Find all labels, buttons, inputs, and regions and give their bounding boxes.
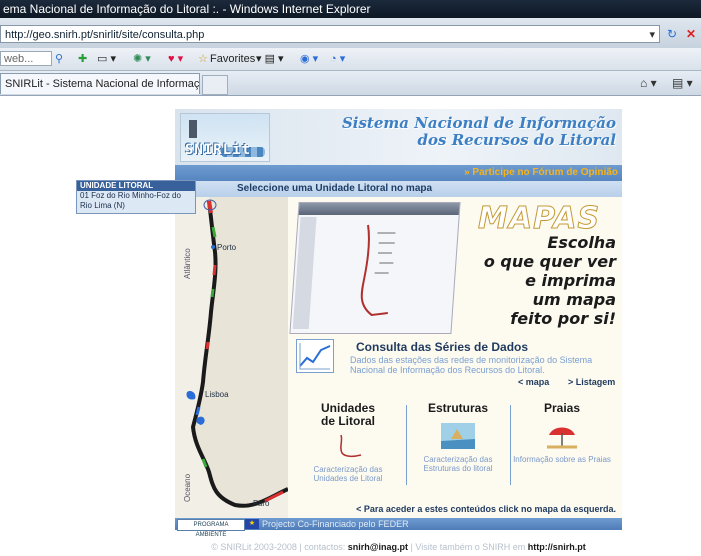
tab-row: SNIRLit - Sistema Nacional de Informação… xyxy=(0,71,701,96)
series-link-listagem[interactable]: > Listagem xyxy=(568,377,615,387)
feed-icon[interactable]: ▤ ▾ xyxy=(672,73,693,93)
screenshot-map-icon xyxy=(360,224,396,317)
mapas-screenshot-image[interactable] xyxy=(289,202,461,334)
address-row: http://geo.snirh.pt/snirlit/site/consult… xyxy=(0,18,701,48)
contact-email-link[interactable]: snirh@inag.pt xyxy=(348,542,408,552)
window-title-bar: ema Nacional de Informação do Litoral :.… xyxy=(0,0,701,18)
map-label-faro: Faro xyxy=(253,499,270,508)
addons-icon[interactable]: ✺ ▾ xyxy=(133,48,151,70)
address-bar[interactable]: http://geo.snirh.pt/snirlit/site/consult… xyxy=(0,25,660,43)
screenshot-titlebar xyxy=(298,203,460,215)
estruturas-description[interactable]: Caracterização das Estruturas do litoral xyxy=(408,455,508,473)
estruturas-column[interactable]: Estruturas Caracterização das Estruturas… xyxy=(408,402,508,497)
site-title-line1: Sistema Nacional de Informação xyxy=(341,114,616,132)
praias-column[interactable]: Praias Informação sobre as Praias xyxy=(512,402,612,497)
series-title[interactable]: Consulta das Séries de Dados xyxy=(356,340,528,354)
site-title: Sistema Nacional de Informação dos Recur… xyxy=(342,115,616,149)
series-description: Dados das estações das redes de monitori… xyxy=(350,355,593,375)
dropdown-arrow-icon[interactable]: ▾ xyxy=(649,26,655,42)
unit-tooltip: UNIDADE LITORAL 01 Foz do Rio Minho-Foz … xyxy=(76,180,196,214)
coast-line-icon xyxy=(340,434,362,458)
lighthouse-icon xyxy=(189,120,197,138)
address-url: http://geo.snirh.pt/snirlit/site/consult… xyxy=(5,29,205,41)
refresh-icon[interactable]: ↻ xyxy=(663,25,681,43)
estruturas-title[interactable]: Estruturas xyxy=(408,402,508,415)
feeds-icon[interactable]: ▭ ▾ xyxy=(97,48,116,70)
page: SNIRLit Sistema Nacional de Informação d… xyxy=(0,96,701,556)
browser-toolbar: web... ⚲ ✚ ▭ ▾ ✺ ▾ ♥ ▾ ☆ Favorites ▾ ▤ ▾… xyxy=(0,48,701,71)
snirh-link[interactable]: http://snirh.pt xyxy=(528,542,586,552)
content-panel: MAPAS Escolha o que quer ver e imprima u… xyxy=(288,197,622,518)
mapas-line3: e imprima xyxy=(525,271,616,290)
bottom-note: < Para aceder a estes conteúdos click no… xyxy=(356,504,616,514)
map-label-lisboa: Lisboa xyxy=(205,390,229,399)
portugal-coast-map[interactable]: Porto Lisboa Faro Atlântico Oceano xyxy=(175,197,288,518)
search-input[interactable]: web... xyxy=(0,51,52,66)
series-link-mapa[interactable]: < mapa xyxy=(518,377,549,387)
forum-link[interactable]: » Participe no Fórum de Opinião xyxy=(464,165,618,181)
tooltip-body-line2: Rio Lima (N) xyxy=(80,201,125,210)
home-icon[interactable]: ⌂ ▾ xyxy=(640,73,657,93)
column-divider xyxy=(510,405,511,485)
site-header: SNIRLit Sistema Nacional de Informação d… xyxy=(175,109,622,165)
star-icon[interactable]: ☆ xyxy=(198,48,208,70)
tooltip-body-line1: 01 Foz do Rio Minho-Foz do xyxy=(80,191,181,200)
mapas-title[interactable]: MAPAS xyxy=(477,201,600,237)
praias-description[interactable]: Informação sobre as Praias xyxy=(512,455,612,464)
feder-text: Projecto Co-Financiado pelo FEDER xyxy=(262,519,409,529)
select-bar: Seleccione uma Unidade Litoral no mapa xyxy=(175,181,622,197)
programa-ambiente-logo[interactable]: PROGRAMA AMBIENTE xyxy=(177,519,245,538)
new-tab-button[interactable] xyxy=(202,75,228,95)
tab-snirlit[interactable]: SNIRLit - Sistema Nacional de Informação… xyxy=(0,73,200,94)
search-icon[interactable]: ⚲ xyxy=(55,48,63,70)
mapas-line1: Escolha xyxy=(547,233,616,252)
footer-bar: PROGRAMA AMBIENTE ★ Projecto Co-Financia… xyxy=(175,518,622,538)
mapas-line5: feito por si! xyxy=(510,309,616,328)
logo-icon[interactable]: ♥ ▾ xyxy=(168,48,183,70)
unidades-column[interactable]: Unidades de Litoral Caracterização das U… xyxy=(298,402,398,497)
screenshot-sidebar xyxy=(292,217,317,329)
unidades-title-line2[interactable]: de Litoral xyxy=(298,415,398,428)
select-unit-label: Seleccione uma Unidade Litoral no mapa xyxy=(237,183,433,194)
add-icon[interactable]: ✚ xyxy=(78,48,87,70)
chart-icon[interactable] xyxy=(296,339,334,373)
unidades-description[interactable]: Caracterização das Unidades de Litoral xyxy=(298,465,398,483)
map-label-oceano: Oceano xyxy=(183,473,192,502)
tools-icon[interactable]: ◉ ▾ xyxy=(300,48,318,70)
column-divider xyxy=(406,405,407,485)
eu-flag-icon: ★ xyxy=(245,519,259,529)
search-placeholder: web... xyxy=(4,53,34,65)
logo-text: SNIRLit xyxy=(185,142,252,158)
copyright-mid: | Visite também o SNIRH em xyxy=(408,542,528,552)
praias-title[interactable]: Praias xyxy=(512,402,612,415)
stop-icon[interactable]: ✕ xyxy=(683,25,699,43)
beach-umbrella-icon xyxy=(547,427,577,449)
site-title-line2: dos Recursos do Litoral xyxy=(417,131,616,149)
forum-bar: » Participe no Fórum de Opinião xyxy=(175,165,622,181)
structure-icon xyxy=(441,423,475,449)
favorites-button[interactable]: Favorites xyxy=(210,48,255,70)
tab-label: SNIRLit - Sistema Nacional de Informação… xyxy=(5,78,200,90)
map-label-porto: Porto xyxy=(217,243,237,252)
window-title: ema Nacional de Informação do Litoral :.… xyxy=(3,2,371,16)
mapas-tagline: Escolha o que quer ver e imprima um mapa… xyxy=(484,233,616,328)
mapas-line2: o que quer ver xyxy=(483,252,616,271)
snirlit-logo[interactable]: SNIRLit xyxy=(180,113,270,162)
tooltip-heading: UNIDADE LITORAL xyxy=(77,181,195,191)
page-menu-icon[interactable]: ▾ ▤ ▾ xyxy=(256,48,284,70)
map-label-atlantico: Atlântico xyxy=(183,248,192,279)
help-icon[interactable]: ◔ ▾ xyxy=(330,48,345,70)
copyright-text: © SNIRLit 2003-2008 | contactos: xyxy=(211,542,348,552)
copyright-line: © SNIRLit 2003-2008 | contactos: snirh@i… xyxy=(175,542,622,552)
mapas-line4: um mapa xyxy=(532,290,616,309)
